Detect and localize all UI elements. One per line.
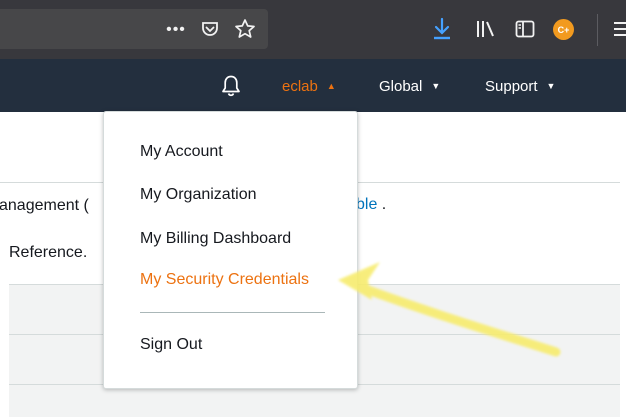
- menu-item-sign-out[interactable]: Sign Out: [140, 336, 202, 358]
- sidebar-icon[interactable]: [514, 18, 536, 40]
- chevron-down-icon: ▼: [546, 81, 556, 91]
- body-text-fragment: anagement (: [0, 197, 89, 214]
- account-label: eclab: [282, 77, 318, 95]
- more-icon[interactable]: •••: [163, 20, 189, 40]
- bell-icon[interactable]: [220, 74, 242, 98]
- doc-link[interactable]: ble: [356, 196, 377, 213]
- support-menu[interactable]: Support ▼: [485, 75, 555, 97]
- link-trailing-text: .: [377, 196, 387, 213]
- hamburger-icon[interactable]: [613, 19, 626, 39]
- account-menu[interactable]: eclab ▲: [282, 75, 336, 97]
- library-icon[interactable]: [474, 18, 498, 40]
- chevron-up-icon: ▲: [326, 81, 336, 91]
- menu-item-my-account[interactable]: My Account: [140, 143, 223, 165]
- body-text-reference: Reference.: [9, 244, 88, 261]
- menu-item-security-credentials[interactable]: My Security Credentials: [140, 271, 309, 293]
- pocket-icon[interactable]: [199, 18, 221, 40]
- download-icon[interactable]: [430, 16, 454, 42]
- console-nav-bar: eclab ▲ Global ▼ Support ▼: [0, 59, 626, 112]
- star-icon[interactable]: [233, 17, 257, 41]
- toolbar-divider: [597, 14, 598, 46]
- menu-item-billing-dashboard[interactable]: My Billing Dashboard: [140, 230, 291, 252]
- url-field[interactable]: [0, 9, 268, 49]
- menu-item-my-organization[interactable]: My Organization: [140, 186, 257, 208]
- region-menu[interactable]: Global ▼: [379, 75, 440, 97]
- chevron-down-icon: ▼: [431, 81, 441, 91]
- support-label: Support: [485, 77, 538, 95]
- browser-toolbar: ••• C+: [0, 0, 626, 59]
- account-dropdown-menu: My Account My Organization My Billing Da…: [103, 111, 358, 389]
- region-label: Global: [379, 77, 423, 95]
- menu-divider: [140, 312, 325, 313]
- table-row: [9, 385, 620, 417]
- body-text-link-fragment: ble .: [356, 196, 386, 214]
- extension-icon[interactable]: C+: [553, 19, 574, 40]
